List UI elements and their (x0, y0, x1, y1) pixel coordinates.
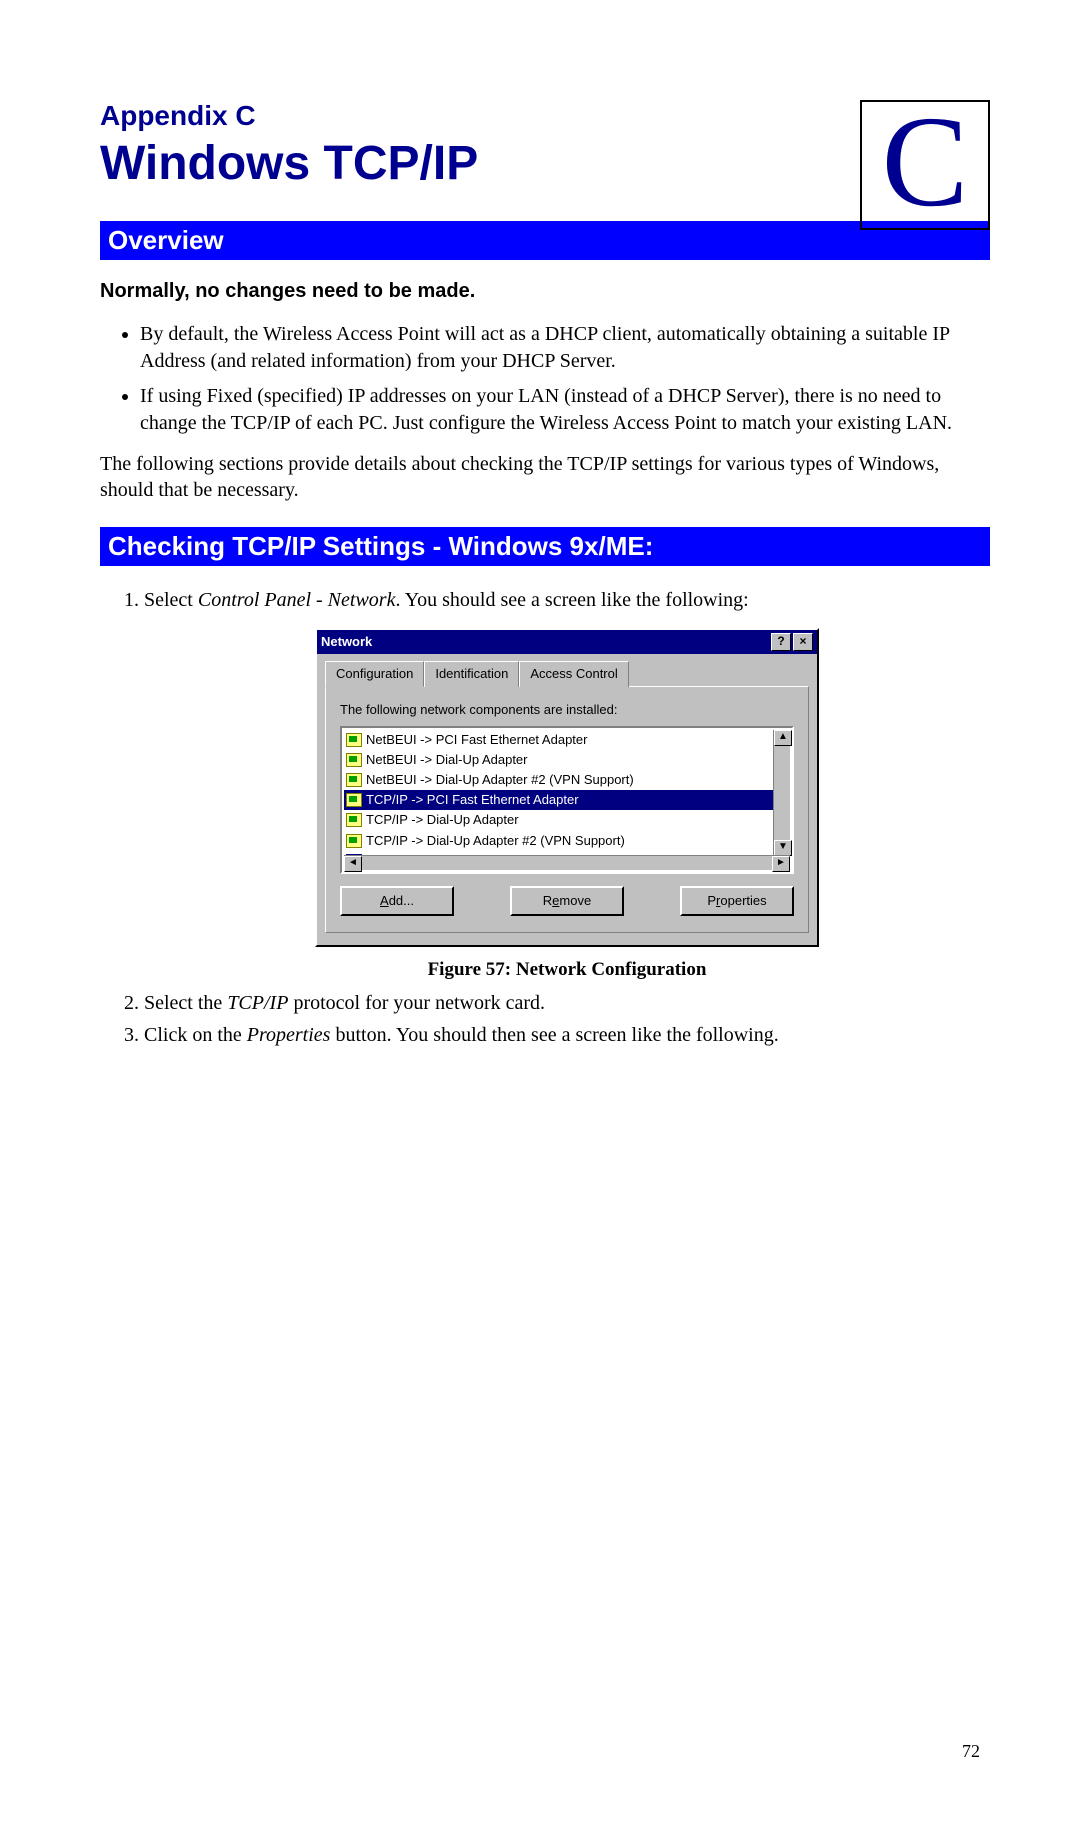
list-item[interactable]: NetBEUI -> Dial-Up Adapter (344, 750, 774, 770)
figure-wrap: Network ? × Configuration Identification… (144, 628, 990, 947)
list-item-label: NetBEUI -> Dial-Up Adapter (366, 751, 527, 769)
step-italic: TCP/IP (227, 992, 288, 1014)
figure-caption: Figure 57: Network Configuration (144, 957, 990, 984)
tab-configuration[interactable]: Configuration (325, 661, 424, 687)
overview-paragraph: The following sections provide details a… (100, 451, 990, 503)
add-button[interactable]: Add... (340, 886, 454, 916)
appendix-letter-box: C (860, 100, 990, 230)
overview-bullet: By default, the Wireless Access Point wi… (140, 321, 990, 375)
list-item-label: TCP/IP -> PCI Fast Ethernet Adapter (366, 791, 579, 809)
scroll-right-icon[interactable]: ► (772, 856, 790, 872)
dialog-title: Network (321, 633, 372, 651)
overview-bullets: By default, the Wireless Access Point wi… (100, 321, 990, 437)
protocol-icon (346, 813, 362, 827)
step-text: button. You should then see a screen lik… (330, 1024, 778, 1046)
properties-button[interactable]: Properties (680, 886, 794, 916)
step-italic: Control Panel - Network (198, 589, 396, 611)
step-text: Select (144, 589, 198, 611)
step-italic: Properties (247, 1024, 331, 1046)
overview-subheading: Normally, no changes need to be made. (100, 280, 990, 303)
step-text: Select the (144, 992, 227, 1014)
list-item[interactable]: NetBEUI -> Dial-Up Adapter #2 (VPN Suppo… (344, 770, 774, 790)
dialog-tabs: Configuration Identification Access Cont… (325, 660, 809, 686)
list-item-label: NetBEUI -> Dial-Up Adapter #2 (VPN Suppo… (366, 771, 634, 789)
list-item[interactable]: NetBEUI -> PCI Fast Ethernet Adapter (344, 730, 774, 750)
protocol-icon (346, 834, 362, 848)
scroll-up-icon[interactable]: ▲ (774, 730, 792, 746)
section-bar-overview: Overview (100, 221, 990, 260)
vertical-scrollbar[interactable]: ▲ ▼ (773, 730, 790, 856)
list-label: The following network components are ins… (340, 701, 794, 719)
page-number: 72 (962, 1741, 980, 1762)
scroll-left-icon[interactable]: ◄ (344, 856, 362, 872)
scroll-down-icon[interactable]: ▼ (774, 840, 792, 856)
list-item-label: NetBEUI -> PCI Fast Ethernet Adapter (366, 731, 587, 749)
page-title: Windows TCP/IP (100, 136, 990, 191)
step-text: Click on the (144, 1024, 247, 1046)
btn-rest: move (559, 893, 591, 908)
step-text: . You should see a screen like the follo… (395, 589, 748, 611)
list-item-label: TCP/IP -> Dial-Up Adapter #2 (VPN Suppor… (366, 832, 625, 850)
tab-identification[interactable]: Identification (424, 661, 519, 687)
tab-panel: The following network components are ins… (325, 686, 809, 932)
list-item-label: TCP/IP -> Dial-Up Adapter (366, 811, 519, 829)
btn-rest: dd... (389, 893, 414, 908)
remove-button[interactable]: Remove (510, 886, 624, 916)
dialog-titlebar: Network ? × (317, 630, 817, 654)
horizontal-scrollbar[interactable]: ◄ ► (344, 855, 790, 870)
network-dialog: Network ? × Configuration Identification… (315, 628, 819, 947)
overview-bullet: If using Fixed (specified) IP addresses … (140, 383, 990, 437)
step-2: Select the TCP/IP protocol for your netw… (144, 989, 990, 1017)
section-bar-checking: Checking TCP/IP Settings - Windows 9x/ME… (100, 527, 990, 566)
btn-rest: operties (720, 893, 766, 908)
help-icon[interactable]: ? (771, 633, 791, 651)
protocol-icon (346, 753, 362, 767)
appendix-label: Appendix C (100, 100, 990, 132)
protocol-icon (346, 773, 362, 787)
tab-access-control[interactable]: Access Control (519, 661, 628, 687)
list-item-selected[interactable]: TCP/IP -> PCI Fast Ethernet Adapter (344, 790, 774, 810)
steps-list: Select Control Panel - Network. You shou… (100, 586, 990, 1049)
step-3: Click on the Properties button. You shou… (144, 1021, 990, 1049)
protocol-icon (346, 793, 362, 807)
list-item[interactable]: TCP/IP -> Dial-Up Adapter #2 (VPN Suppor… (344, 831, 774, 851)
step-1: Select Control Panel - Network. You shou… (144, 586, 990, 983)
protocol-icon (346, 733, 362, 747)
list-item[interactable]: TCP/IP -> Dial-Up Adapter (344, 810, 774, 830)
components-listbox[interactable]: NetBEUI -> PCI Fast Ethernet Adapter Net… (340, 726, 794, 874)
step-text: protocol for your network card. (288, 992, 545, 1014)
close-icon[interactable]: × (793, 633, 813, 651)
